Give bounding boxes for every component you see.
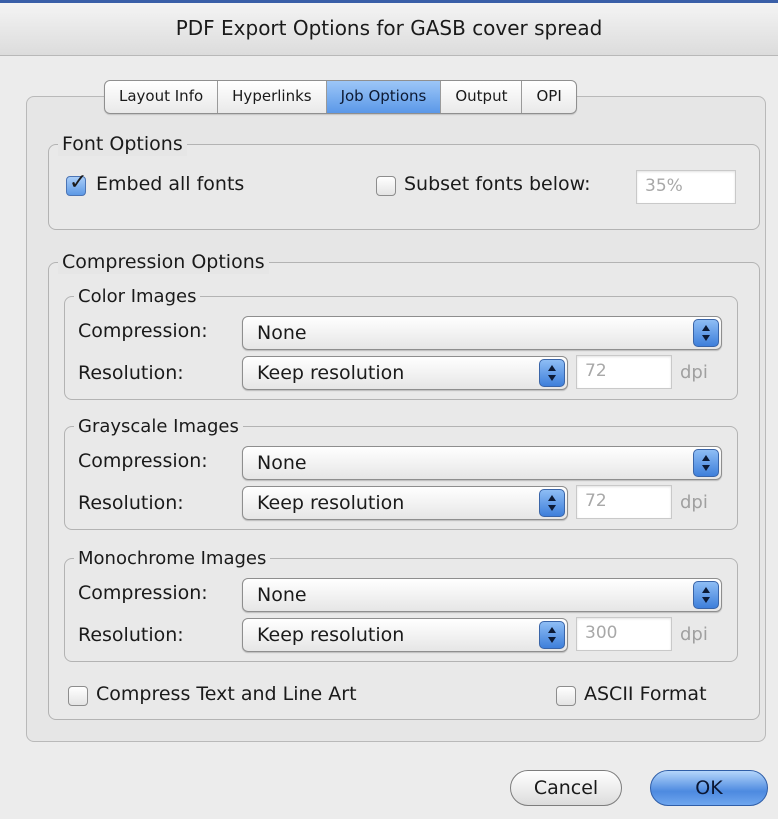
monochrome-compression-label: Compression: bbox=[78, 582, 208, 604]
cancel-button[interactable]: Cancel bbox=[510, 770, 622, 806]
color-resolution-label: Resolution: bbox=[78, 362, 184, 384]
ok-button[interactable]: OK bbox=[650, 770, 768, 806]
popup-arrows-icon bbox=[539, 359, 565, 387]
popup-arrows-icon bbox=[693, 581, 719, 609]
monochrome-resolution-popup[interactable]: Keep resolution bbox=[242, 618, 568, 652]
font-options-title: Font Options bbox=[58, 132, 187, 156]
color-images-title: Color Images bbox=[74, 285, 201, 309]
color-dpi-field[interactable]: 72 bbox=[576, 355, 672, 389]
monochrome-dpi-unit: dpi bbox=[680, 624, 708, 645]
color-resolution-popup[interactable]: Keep resolution bbox=[242, 356, 568, 390]
monochrome-images-title: Monochrome Images bbox=[74, 547, 271, 571]
subset-fonts-percent-field[interactable]: 35% bbox=[636, 170, 736, 204]
color-compression-value: None bbox=[257, 322, 307, 344]
grayscale-dpi-unit: dpi bbox=[680, 492, 708, 513]
ascii-format-checkbox[interactable] bbox=[556, 686, 576, 706]
grayscale-resolution-label: Resolution: bbox=[78, 492, 184, 514]
grayscale-resolution-value: Keep resolution bbox=[257, 492, 405, 514]
grayscale-compression-popup[interactable]: None bbox=[242, 446, 722, 480]
subset-fonts-label[interactable]: Subset fonts below: bbox=[404, 173, 591, 195]
compression-options-title: Compression Options bbox=[58, 250, 269, 274]
color-dpi-unit: dpi bbox=[680, 362, 708, 383]
tab-hyperlinks[interactable]: Hyperlinks bbox=[218, 81, 327, 113]
monochrome-dpi-field[interactable]: 300 bbox=[576, 617, 672, 651]
ascii-format-label[interactable]: ASCII Format bbox=[584, 683, 707, 705]
window-title: PDF Export Options for GASB cover spread bbox=[175, 16, 603, 40]
embed-all-fonts-checkbox[interactable]: ✓ bbox=[66, 170, 87, 196]
color-compression-label: Compression: bbox=[78, 320, 208, 342]
monochrome-compression-value: None bbox=[257, 584, 307, 606]
tab-layout-info[interactable]: Layout Info bbox=[105, 81, 219, 113]
checkmark-icon: ✓ bbox=[69, 170, 88, 195]
grayscale-dpi-field[interactable]: 72 bbox=[576, 485, 672, 519]
popup-arrows-icon bbox=[693, 449, 719, 477]
popup-arrows-icon bbox=[539, 621, 565, 649]
tab-job-options[interactable]: Job Options bbox=[326, 81, 442, 113]
popup-arrows-icon bbox=[693, 319, 719, 347]
color-compression-popup[interactable]: None bbox=[242, 316, 722, 350]
compress-text-line-art-label[interactable]: Compress Text and Line Art bbox=[96, 683, 357, 705]
tab-opi[interactable]: OPI bbox=[522, 81, 575, 113]
grayscale-compression-value: None bbox=[257, 452, 307, 474]
grayscale-images-title: Grayscale Images bbox=[74, 415, 243, 439]
grayscale-resolution-popup[interactable]: Keep resolution bbox=[242, 486, 568, 520]
tab-output[interactable]: Output bbox=[441, 81, 523, 113]
embed-all-fonts-label[interactable]: Embed all fonts bbox=[96, 173, 244, 195]
popup-arrows-icon bbox=[539, 489, 565, 517]
monochrome-resolution-value: Keep resolution bbox=[257, 624, 405, 646]
monochrome-compression-popup[interactable]: None bbox=[242, 578, 722, 612]
compress-text-line-art-checkbox[interactable] bbox=[68, 686, 88, 706]
tab-bar: Layout Info Hyperlinks Job Options Outpu… bbox=[104, 80, 577, 114]
window-title-bar: PDF Export Options for GASB cover spread bbox=[0, 0, 778, 56]
grayscale-compression-label: Compression: bbox=[78, 450, 208, 472]
subset-fonts-checkbox[interactable] bbox=[376, 176, 396, 196]
monochrome-resolution-label: Resolution: bbox=[78, 624, 184, 646]
color-resolution-value: Keep resolution bbox=[257, 362, 405, 384]
